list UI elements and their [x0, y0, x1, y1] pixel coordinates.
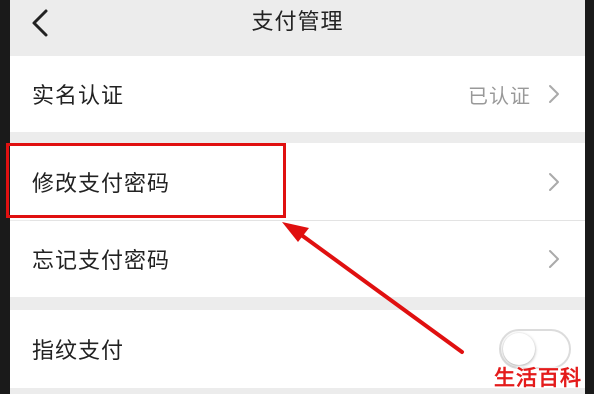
settings-row-label: 忘记支付密码 [32, 249, 171, 274]
chevron-right-icon [549, 172, 559, 191]
settings-row-forgot-payment-password[interactable]: 忘记支付密码 [10, 221, 585, 297]
highlight-box [6, 143, 286, 218]
page-title: 支付管理 [251, 10, 344, 35]
chevron-right-icon [549, 250, 559, 268]
toggle-knob [503, 333, 535, 365]
settings-row-real-name-auth[interactable]: 实名认证 已认证 [10, 56, 585, 132]
settings-row-label: 指纹支付 [32, 339, 125, 364]
watermark: 生活百科 [494, 366, 582, 390]
navigation-bar: 支付管理 [10, 0, 585, 50]
chevron-right-icon [549, 85, 559, 103]
settings-row-label: 实名认证 [32, 84, 125, 109]
status-value: 已认证 [468, 83, 531, 108]
